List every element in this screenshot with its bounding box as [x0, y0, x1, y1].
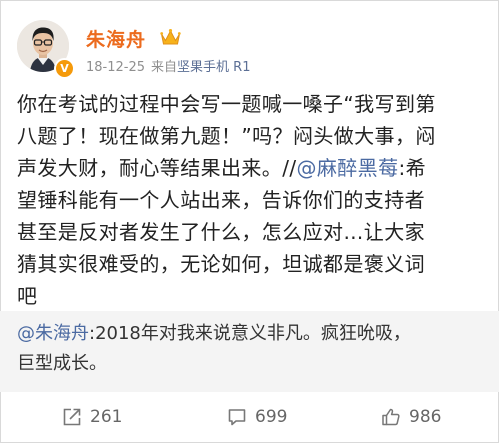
comment-count: 699 — [255, 406, 288, 427]
like-button[interactable]: 986 — [381, 392, 441, 441]
body-line: 猜其实很难受的，无论如何，坦诚都是褒义词 — [17, 252, 425, 276]
body-line: 声发大财，耐心等结果出来。//@麻醉黑莓:希 — [17, 152, 487, 184]
repost-button[interactable]: 261 — [62, 392, 122, 441]
repost-icon — [63, 408, 81, 425]
thumbs-up-icon — [382, 408, 400, 425]
action-bar: 261 699 986 — [0, 392, 499, 441]
source-prefix: 来自 — [151, 60, 178, 75]
source-client-link[interactable]: 坚果手机 R1 — [177, 60, 250, 75]
quote-author-mention[interactable]: @朱海舟 — [17, 323, 89, 344]
comment-icon — [228, 408, 246, 425]
body-line: 八题了！现在做第九题！”吗？闷头做大事，闷 — [17, 124, 436, 148]
post-date: 18-12-25 — [86, 60, 146, 75]
body-line: 望锤科能有一个人站出来，告诉你们的支持者 — [17, 188, 425, 212]
author-name[interactable]: 朱海舟 — [86, 25, 146, 52]
body-text: 声发大财，耐心等结果出来。// — [17, 156, 297, 180]
comment-button[interactable]: 699 — [227, 392, 287, 441]
quote-line: @朱海舟:2018年对我来说意义非凡。疯狂吮吸， — [17, 319, 487, 349]
body-line: 甚至是反对者发生了什么，怎么应对…让大家 — [17, 220, 425, 244]
body-line: 吧 — [17, 284, 38, 308]
verified-badge-icon: V — [54, 58, 75, 79]
quoted-post[interactable]: @朱海舟:2018年对我来说意义非凡。疯狂吮吸， 巨型成长。 — [0, 311, 499, 392]
post-meta: 18-12-25 来自坚果手机 R1 — [86, 56, 250, 75]
quote-text: :2018年对我来说意义非凡。疯狂吮吸， — [89, 323, 411, 344]
body-text: :希 — [398, 156, 427, 180]
body-line: 你在考试的过程中会写一题喊一嗓子“我写到第 — [17, 92, 436, 116]
like-count: 986 — [409, 406, 442, 427]
post-body: 你在考试的过程中会写一题喊一嗓子“我写到第 八题了！现在做第九题！”吗？闷头做大… — [17, 88, 487, 312]
quoted-post-text: @朱海舟:2018年对我来说意义非凡。疯狂吮吸， 巨型成长。 — [17, 319, 487, 379]
mention-link[interactable]: @麻醉黑莓 — [296, 156, 398, 180]
quote-line: 巨型成长。 — [17, 353, 107, 374]
crown-member-icon — [160, 29, 181, 45]
repost-count: 261 — [90, 406, 123, 427]
